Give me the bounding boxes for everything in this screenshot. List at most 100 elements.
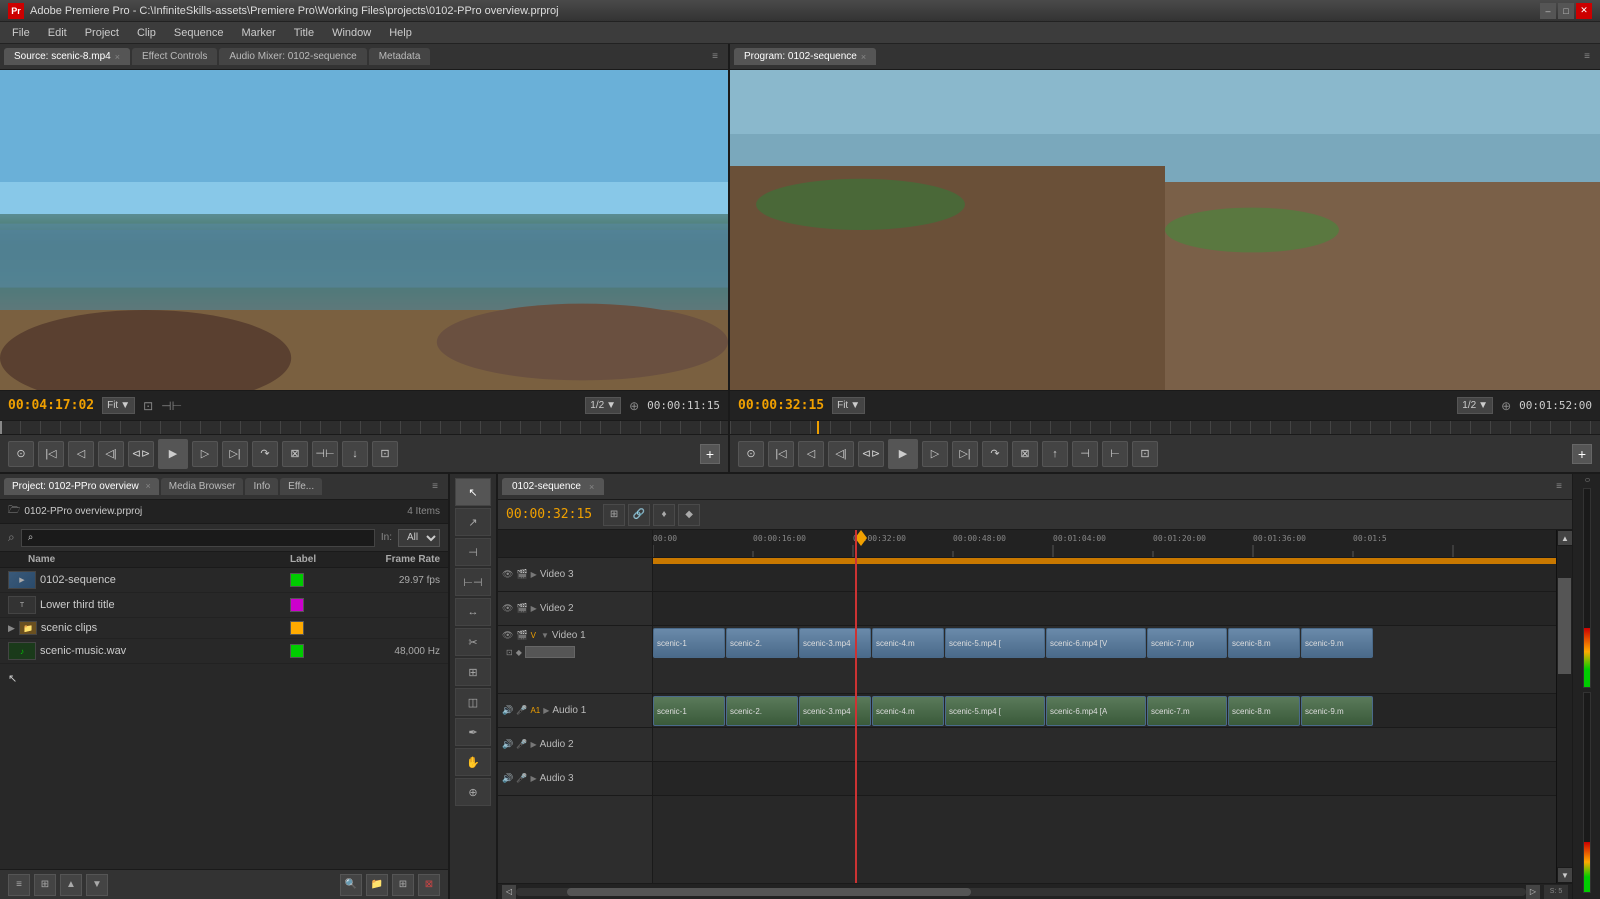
source-insert-btn[interactable]: ⊣⊢: [312, 441, 338, 467]
clip-scenic-5[interactable]: scenic-5.mp4 [: [945, 628, 1045, 658]
tab-program[interactable]: Program: 0102-sequence ×: [734, 48, 876, 65]
track-content-audio1[interactable]: scenic-1 scenic-2. scenic-3.mp4 scenic-4…: [653, 694, 1556, 728]
track-audio3-lock[interactable]: 🎤: [516, 773, 527, 784]
track-content-video3[interactable]: [653, 558, 1556, 592]
program-play-btn[interactable]: ▶: [888, 439, 918, 469]
clip-scenic-9[interactable]: scenic-9.m: [1301, 628, 1373, 658]
tl-snap-btn[interactable]: ⊞: [603, 504, 625, 526]
program-loop-btn[interactable]: ↷: [982, 441, 1008, 467]
scroll-thumb-h[interactable]: [567, 888, 971, 896]
track-video1-expand[interactable]: ▼: [541, 631, 549, 640]
program-overwrite-btn[interactable]: ⊢: [1102, 441, 1128, 467]
project-panel-menu-btn[interactable]: ≡: [426, 479, 444, 494]
tool-razor[interactable]: ✂: [455, 628, 491, 656]
col-label-header[interactable]: Label: [290, 554, 350, 565]
clip-scenic-4[interactable]: scenic-4.m: [872, 628, 944, 658]
tab-timeline-close[interactable]: ×: [589, 482, 594, 492]
track-video2-lock[interactable]: 🎬: [516, 603, 527, 614]
tool-hand[interactable]: ✋: [455, 748, 491, 776]
source-mark-out-btn[interactable]: ⊙: [8, 441, 34, 467]
new-folder-btn[interactable]: 📁: [366, 874, 388, 896]
icon-view-btn[interactable]: ⊞: [34, 874, 56, 896]
menu-file[interactable]: File: [4, 25, 38, 41]
clip-scenic-2[interactable]: scenic-2.: [726, 628, 798, 658]
scroll-down-btn[interactable]: ▼: [1558, 868, 1572, 882]
track-video3-lock[interactable]: 🎬: [516, 569, 527, 580]
tab-media-browser[interactable]: Media Browser: [161, 478, 244, 495]
track-video1-target[interactable]: V: [531, 631, 536, 640]
track-audio3-mute[interactable]: 🔊: [502, 773, 513, 784]
audio-clip-scenic-2[interactable]: scenic-2.: [726, 696, 798, 726]
source-go-forward-btn[interactable]: ⊲⊳: [128, 441, 154, 467]
audio-clip-scenic-9[interactable]: scenic-9.m: [1301, 696, 1373, 726]
tool-selection[interactable]: ↖: [455, 478, 491, 506]
new-item-btn[interactable]: ⊞: [392, 874, 414, 896]
sort-desc-btn[interactable]: ▼: [86, 874, 108, 896]
track-content-video2[interactable]: [653, 592, 1556, 626]
audio-clip-scenic-8[interactable]: scenic-8.m: [1228, 696, 1300, 726]
search-input[interactable]: [21, 529, 375, 547]
timeline-ruler[interactable]: 00:00 00:00:16:00 00:00:32:00 00:00:48:0…: [653, 530, 1556, 558]
search-btn[interactable]: 🔍: [340, 874, 362, 896]
source-go-to-out-btn[interactable]: ▷|: [222, 441, 248, 467]
menu-window[interactable]: Window: [324, 25, 379, 41]
clip-scenic-8[interactable]: scenic-8.m: [1228, 628, 1300, 658]
track-video2-expand[interactable]: ▶: [531, 604, 537, 613]
tab-effect-controls[interactable]: Effect Controls: [132, 48, 217, 65]
tab-project-close[interactable]: ×: [146, 481, 151, 491]
menu-project[interactable]: Project: [77, 25, 127, 41]
track-audio1-mute[interactable]: 🔊: [502, 705, 513, 716]
maximize-button[interactable]: □: [1558, 3, 1574, 19]
menu-marker[interactable]: Marker: [233, 25, 283, 41]
track-video1-icon2[interactable]: ◆: [516, 648, 522, 657]
track-video1-lock[interactable]: 🎬: [516, 630, 527, 641]
track-video2-eye[interactable]: 👁: [502, 603, 513, 614]
track-content-video1[interactable]: scenic-1 scenic-2. scenic-3.mp4 scenic-4…: [653, 626, 1556, 694]
source-fit-dropdown[interactable]: Fit ▼: [102, 397, 135, 414]
scroll-up-btn[interactable]: ▲: [1558, 531, 1572, 545]
timeline-horizontal-scrollbar[interactable]: ◁ ▷ S: 5: [498, 883, 1572, 899]
source-safe-margins-btn[interactable]: ⊠: [282, 441, 308, 467]
source-go-to-in-btn[interactable]: |◁: [38, 441, 64, 467]
tl-markers-btn[interactable]: ♦: [653, 504, 675, 526]
tab-timeline[interactable]: 0102-sequence ×: [502, 478, 604, 495]
tool-pen[interactable]: ✒: [455, 718, 491, 746]
source-play-btn[interactable]: ▶: [158, 439, 188, 469]
audio-clip-scenic-6[interactable]: scenic-6.mp4 [A: [1046, 696, 1146, 726]
tab-effects[interactable]: Effe...: [280, 478, 322, 495]
tool-zoom[interactable]: ⊕: [455, 778, 491, 806]
source-loop-btn[interactable]: ↷: [252, 441, 278, 467]
track-video1-eye[interactable]: 👁: [502, 630, 513, 641]
tl-link-btn[interactable]: 🔗: [628, 504, 650, 526]
track-audio2-expand[interactable]: ▶: [530, 740, 536, 749]
source-add-btn[interactable]: +: [700, 444, 720, 464]
program-step-back-btn[interactable]: ◁: [798, 441, 824, 467]
track-video3-eye[interactable]: 👁: [502, 569, 513, 580]
scroll-left-btn[interactable]: ◁: [502, 885, 516, 899]
program-panel-menu-btn[interactable]: ≡: [1578, 49, 1596, 64]
audio-clip-scenic-4[interactable]: scenic-4.m: [872, 696, 944, 726]
source-step-fwd-btn[interactable]: ▷: [192, 441, 218, 467]
program-extract-btn[interactable]: ⊣: [1072, 441, 1098, 467]
delete-btn[interactable]: ⊠: [418, 874, 440, 896]
sort-asc-btn[interactable]: ▲: [60, 874, 82, 896]
track-video1-icon1[interactable]: ⊡: [506, 648, 513, 657]
tab-info[interactable]: Info: [245, 478, 278, 495]
program-safe-margins-btn[interactable]: ⊠: [1012, 441, 1038, 467]
tab-project[interactable]: Project: 0102-PPro overview ×: [4, 478, 159, 495]
tool-rate-stretch[interactable]: ↔: [455, 598, 491, 626]
track-audio1-target[interactable]: A1: [530, 706, 540, 715]
source-overwrite-btn[interactable]: ↓: [342, 441, 368, 467]
track-audio3-expand[interactable]: ▶: [530, 774, 536, 783]
clip-scenic-3[interactable]: scenic-3.mp4: [799, 628, 871, 658]
program-go-to-out-btn[interactable]: ▷|: [952, 441, 978, 467]
timeline-menu-btn[interactable]: ≡: [1550, 479, 1568, 494]
scroll-thumb[interactable]: [1558, 578, 1571, 674]
menu-edit[interactable]: Edit: [40, 25, 75, 41]
track-audio1-lock[interactable]: 🎤: [516, 705, 527, 716]
col-name-header[interactable]: Name: [28, 554, 290, 565]
timeline-vertical-scrollbar[interactable]: ▲ ▼: [1556, 530, 1572, 883]
clip-scenic-1[interactable]: scenic-1: [653, 628, 725, 658]
project-item-folder[interactable]: ▶ 📁 scenic clips: [0, 618, 448, 639]
audio-clip-scenic-1[interactable]: scenic-1: [653, 696, 725, 726]
